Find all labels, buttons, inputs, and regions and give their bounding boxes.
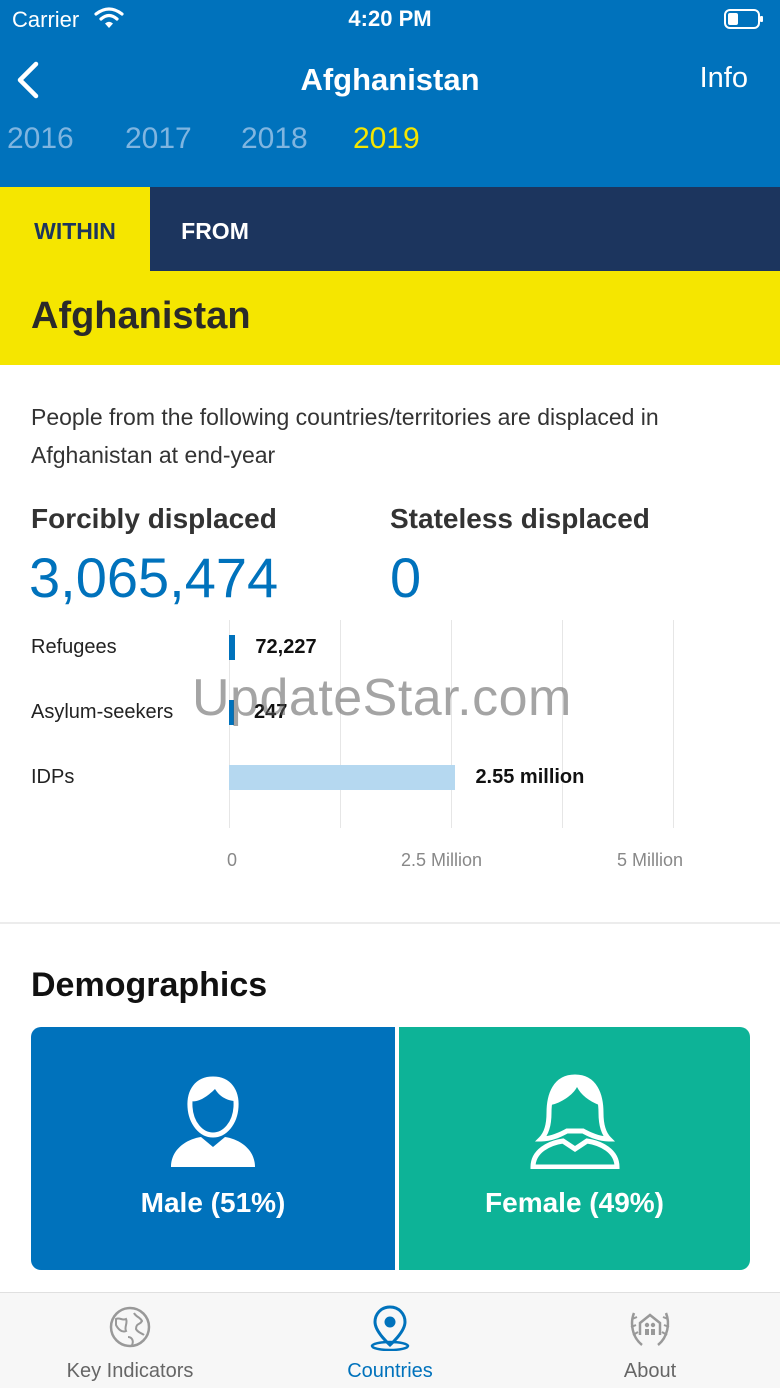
unhcr-logo-icon: [630, 1312, 670, 1346]
tab-label: Key Indicators: [66, 1360, 194, 1382]
tab-within[interactable]: WITHIN: [0, 187, 150, 271]
category-label-idps: IDPs: [31, 766, 75, 788]
female-person-icon: [529, 1074, 620, 1169]
tab-about[interactable]: About: [520, 1293, 780, 1388]
stateless-displaced-value: 0: [390, 546, 422, 609]
male-person-icon: [171, 1076, 255, 1167]
tab-from[interactable]: FROM: [150, 187, 280, 271]
tab-countries[interactable]: Countries: [260, 1293, 520, 1388]
description-text: People from the following countries/terr…: [31, 404, 659, 468]
tab-key-indicators[interactable]: Key Indicators: [0, 1293, 260, 1388]
year-2019[interactable]: 2019: [353, 122, 420, 156]
status-bar: Carrier 4:20 PM: [0, 0, 780, 40]
country-banner: Afghanistan: [0, 271, 780, 365]
bar-asylum-seekers: [229, 700, 234, 725]
globe-icon: [109, 1306, 151, 1348]
gridline: [451, 620, 452, 828]
info-button[interactable]: Info: [700, 62, 748, 95]
gridline: [562, 620, 563, 828]
forcibly-displaced-value: 3,065,474: [29, 546, 279, 609]
female-label: Female (49%): [485, 1187, 664, 1218]
location-pin-icon: [370, 1305, 410, 1351]
male-card[interactable]: Male (51%): [31, 1027, 395, 1270]
tab-label: About: [623, 1360, 677, 1382]
year-2016[interactable]: 2016: [7, 122, 74, 156]
value-label-asylum-seekers: 247: [254, 701, 288, 723]
year-2018[interactable]: 2018: [241, 122, 308, 156]
female-card[interactable]: Female (49%): [399, 1027, 750, 1270]
male-label: Male (51%): [140, 1187, 286, 1218]
status-time: 4:20 PM: [348, 6, 432, 31]
forcibly-displaced-label: Forcibly displaced: [31, 503, 277, 534]
direction-tabs: WITHIN FROM: [0, 187, 780, 271]
gridline: [340, 620, 341, 828]
battery-icon: [724, 9, 763, 29]
tab-label: Countries: [347, 1360, 433, 1382]
x-tick-label: 5 Million: [617, 850, 684, 870]
x-tick-label: 0: [227, 850, 238, 870]
year-2017[interactable]: 2017: [125, 122, 192, 156]
x-tick-label: 2.5 Million: [401, 850, 483, 870]
bar-idps: [229, 765, 456, 790]
gridline: [673, 620, 674, 828]
bar-refugees: [229, 635, 236, 660]
navigation-bar: Afghanistan Info: [0, 48, 780, 112]
bottom-tab-bar: Key Indicators Countries About: [0, 1292, 780, 1388]
category-label-asylum-seekers: Asylum-seekers: [31, 701, 174, 723]
stateless-displaced-label: Stateless displaced: [390, 503, 650, 534]
displacement-bar-chart: Refugees Asylum-seekers IDPs 72,227 247 …: [0, 610, 780, 880]
value-label-idps: 2.55 million: [475, 766, 585, 788]
country-heading: Afghanistan: [31, 295, 251, 337]
demographics-title: Demographics: [31, 966, 268, 1004]
category-label-refugees: Refugees: [31, 636, 117, 658]
page-title: Afghanistan: [300, 62, 480, 97]
year-selector: 2016 2017 2018 2019: [0, 120, 780, 170]
section-divider: [0, 922, 780, 924]
value-label-refugees: 72,227: [255, 636, 317, 658]
